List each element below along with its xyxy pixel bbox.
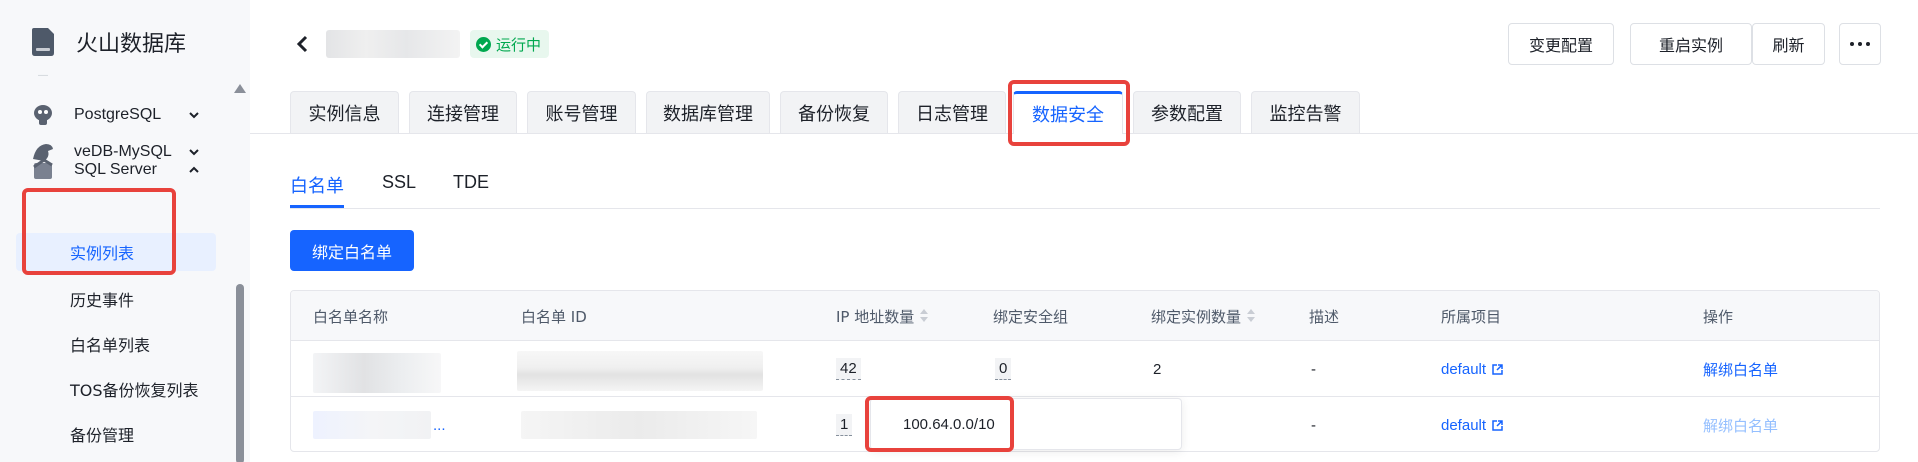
ip-count-cell[interactable]: 42 (836, 341, 861, 397)
tab-backup-restore[interactable]: 备份恢复 (780, 91, 888, 133)
col-actions: 操作 (1703, 307, 1734, 326)
tab-logs[interactable]: 日志管理 (898, 91, 1006, 133)
brand-name: 火山数据库 (76, 32, 187, 57)
subtab-tde[interactable]: TDE (453, 172, 489, 200)
whitelist-id-redacted (517, 351, 763, 391)
sidebar-item-instance-list[interactable]: 实例列表 (16, 233, 216, 271)
chevron-down-icon (189, 112, 199, 119)
sidebar-item-whitelist-list[interactable]: 白名单列表 (16, 325, 216, 363)
whitelist-name-truncated[interactable]: ... (433, 397, 446, 451)
scroll-up-icon[interactable] (234, 84, 246, 93)
project-name: default (1441, 360, 1487, 378)
action-cell: 解绑白名单 (1703, 341, 1778, 397)
refresh-button[interactable]: 刷新 (1752, 23, 1825, 65)
whitelist-name-redacted[interactable] (313, 353, 441, 393)
app-root: 火山数据库 — PostgreSQL veDB-MySQL SQL Server (0, 0, 1918, 462)
status-text: 运行中 (496, 35, 542, 54)
chevron-up-icon (189, 166, 199, 173)
status-badge: 运行中 (470, 30, 550, 58)
sidebar-item-history-events[interactable]: 历史事件 (16, 280, 216, 318)
unbind-whitelist-link[interactable]: 解绑白名单 (1703, 359, 1778, 380)
col-whitelist-name: 白名单名称 (313, 307, 389, 326)
tab-accounts[interactable]: 账号管理 (527, 91, 636, 133)
project-cell[interactable]: default (1441, 341, 1504, 397)
whitelist-name-redacted[interactable] (313, 411, 431, 439)
action-cell: 解绑白名单 (1703, 397, 1778, 451)
collapsed-item-stub: — (38, 70, 48, 81)
subtab-ssl[interactable]: SSL (382, 172, 416, 200)
bind-whitelist-button[interactable]: 绑定白名单 (290, 230, 414, 271)
postgresql-icon (34, 105, 52, 125)
tab-connection[interactable]: 连接管理 (409, 91, 517, 133)
col-security-groups: 绑定安全组 (993, 307, 1069, 326)
table-header: 白名单名称 白名单 ID IP 地址数量 绑定安全组 绑定实例数量 描述 所属项… (291, 291, 1879, 341)
ip-count-cell[interactable]: 1 (836, 397, 853, 451)
col-project: 所属项目 (1441, 307, 1502, 326)
tab-parameters[interactable]: 参数配置 (1133, 91, 1241, 133)
restart-instance-button[interactable]: 重启实例 (1630, 23, 1752, 65)
description: - (1311, 360, 1316, 378)
table-row: 42 0 2 - default 解绑白名单 (291, 341, 1879, 397)
external-link-icon (1492, 419, 1503, 431)
scroll-thumb[interactable] (236, 284, 244, 462)
check-circle-icon (476, 36, 491, 52)
subtabs-divider (290, 208, 1880, 209)
nav-group-label: PostgreSQL (74, 106, 162, 123)
nav-group-sql-server[interactable]: SQL Server (24, 150, 208, 190)
tab-data-security[interactable]: 数据安全 (1013, 91, 1123, 134)
ip-address: 100.64.0.0/10 (903, 415, 995, 433)
security-group-count[interactable]: 0 (995, 358, 1012, 380)
col-ip-count[interactable]: IP 地址数量 (836, 291, 929, 341)
nav-group-postgresql[interactable]: PostgreSQL (24, 95, 208, 135)
brand[interactable]: 火山数据库 (28, 22, 186, 62)
sql-server-icon (33, 158, 53, 179)
unbind-whitelist-link[interactable]: 解绑白名单 (1703, 415, 1778, 436)
external-link-icon (1492, 363, 1503, 375)
ip-count[interactable]: 1 (836, 414, 853, 436)
project-name: default (1441, 416, 1487, 434)
security-group-cell[interactable]: 0 (995, 341, 1012, 397)
col-instance-count[interactable]: 绑定实例数量 (1151, 291, 1256, 341)
col-description: 描述 (1309, 307, 1340, 326)
sort-icon[interactable] (1247, 309, 1256, 323)
instance-name-redacted (326, 30, 460, 58)
description: - (1311, 416, 1316, 434)
sidebar-scrollbar[interactable] (234, 84, 246, 462)
tab-instance-info[interactable]: 实例信息 (290, 91, 399, 133)
sort-icon[interactable] (920, 309, 929, 323)
project-link[interactable]: default (1441, 361, 1504, 378)
project-link[interactable]: default (1441, 417, 1504, 434)
col-whitelist-id: 白名单 ID (521, 307, 587, 326)
back-arrow-icon[interactable] (292, 30, 314, 58)
project-cell[interactable]: default (1441, 397, 1504, 451)
more-icon[interactable] (1839, 23, 1881, 65)
instance-count: 2 (1153, 360, 1162, 378)
col-ip-count-label: IP 地址数量 (836, 307, 915, 326)
col-instance-count-label: 绑定实例数量 (1151, 307, 1242, 326)
sidebar-item-tos-backup[interactable]: TOS备份恢复列表 (16, 370, 216, 408)
modify-config-button[interactable]: 变更配置 (1508, 23, 1614, 65)
ip-count[interactable]: 42 (836, 358, 861, 380)
subtab-whitelist[interactable]: 白名单 (290, 172, 344, 200)
sidebar: 火山数据库 — PostgreSQL veDB-MySQL SQL Server (0, 0, 250, 462)
tab-databases[interactable]: 数据库管理 (646, 91, 770, 133)
nav-group-label: SQL Server (74, 161, 157, 178)
ip-address-popover: 100.64.0.0/10 (870, 398, 1182, 450)
tab-monitoring[interactable]: 监控告警 (1251, 91, 1360, 133)
database-logo-icon (32, 28, 54, 56)
sidebar-item-backup-management[interactable]: 备份管理 (16, 415, 216, 453)
whitelist-id-redacted (521, 411, 757, 439)
